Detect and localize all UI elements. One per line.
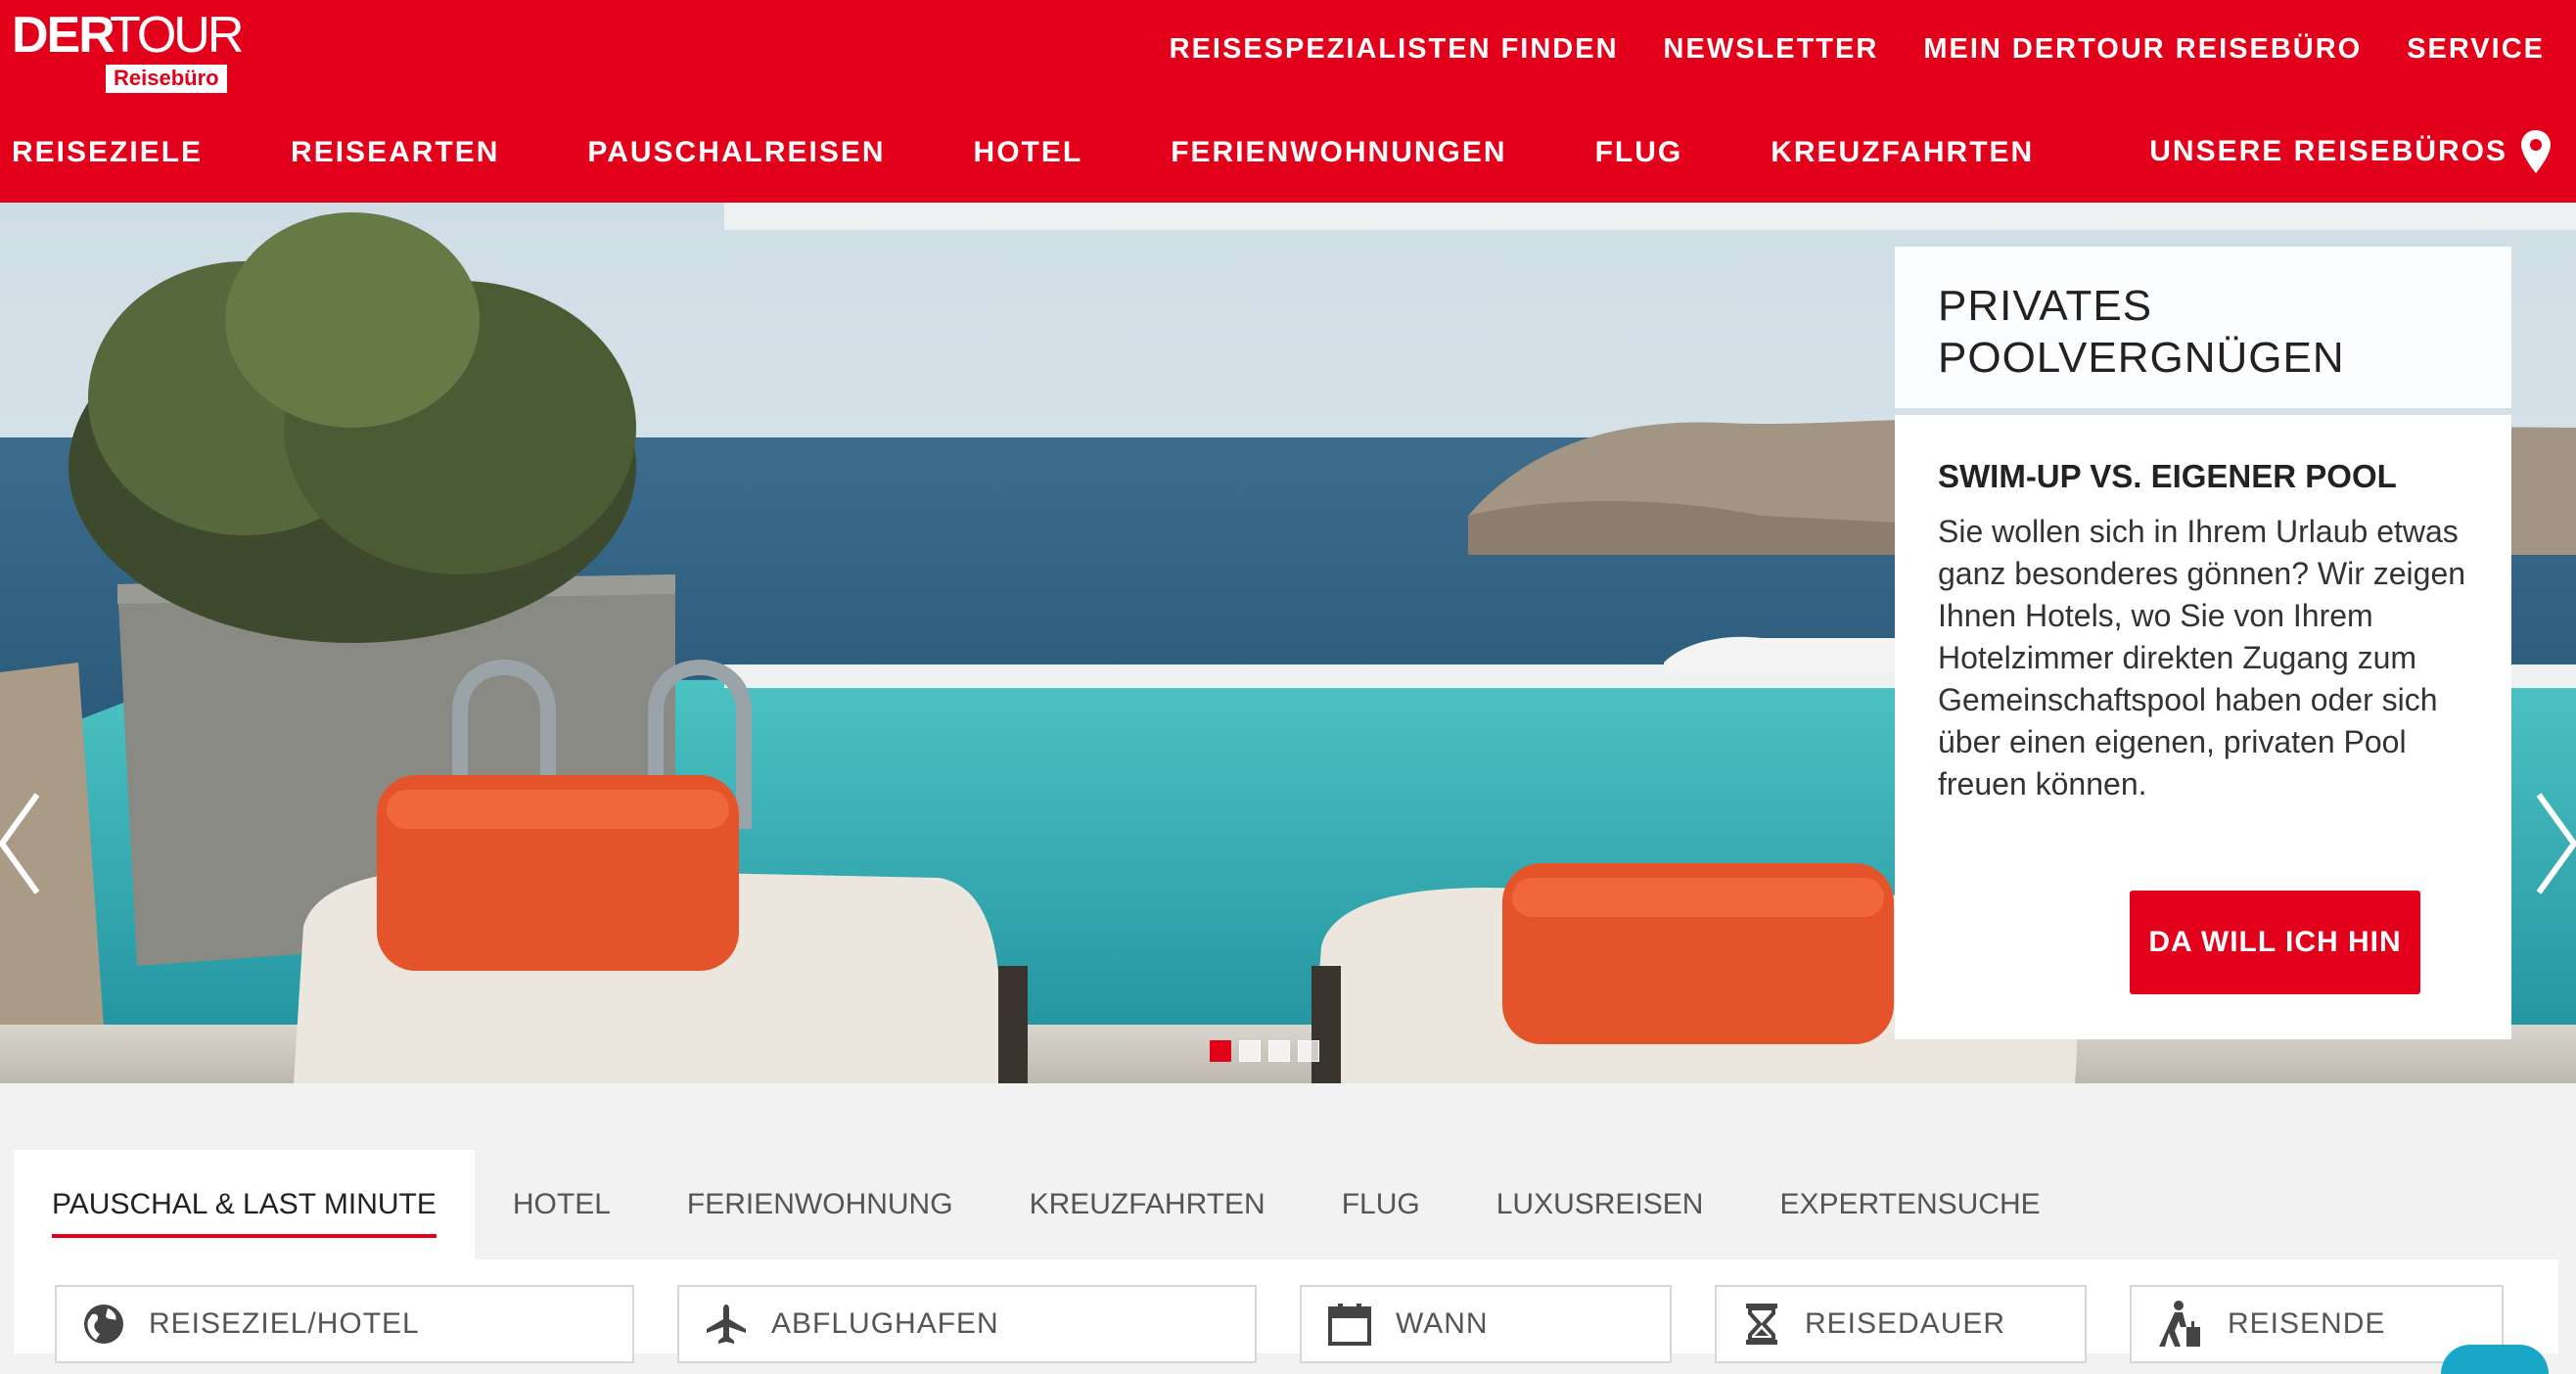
tab-flug[interactable]: FLUG	[1304, 1150, 1458, 1260]
reisende-field[interactable]: REISENDE	[2130, 1285, 2504, 1363]
slider-dot-1[interactable]	[1210, 1040, 1231, 1062]
site-header: DER TOUR Reisebüro REISESPEZIALISTEN FIN…	[0, 0, 2576, 203]
calendar-icon	[1328, 1304, 1371, 1346]
logo-reisebuero-badge: Reisebüro	[106, 65, 227, 93]
traveler-icon	[2159, 1301, 2200, 1347]
tab-kreuzfahrten[interactable]: KREUZFAHRTEN	[991, 1150, 1304, 1260]
slider-next-arrow[interactable]	[2527, 790, 2576, 897]
nav-reiseziele[interactable]: REISEZIELE	[12, 136, 203, 169]
nav-ferienwohnungen[interactable]: FERIENWOHNUNGEN	[1171, 136, 1506, 169]
slider-dot-2[interactable]	[1239, 1040, 1261, 1062]
tab-ferienwohnung[interactable]: FERIENWOHNUNG	[649, 1150, 991, 1260]
hero-card-header: PRIVATES POOLVERGNÜGEN	[1895, 247, 2511, 408]
tab-pauschal-last-minute[interactable]: PAUSCHAL & LAST MINUTE	[14, 1150, 475, 1260]
slider-dots	[1210, 1040, 1319, 1062]
hourglass-icon	[1746, 1304, 1777, 1345]
reiseziel-hotel-field[interactable]: REISEZIEL/HOTEL	[55, 1285, 634, 1363]
tab-expertensuche[interactable]: EXPERTENSUCHE	[1741, 1150, 2078, 1260]
dertour-logo[interactable]: DER TOUR Reisebüro	[12, 6, 244, 94]
globe-icon	[84, 1305, 123, 1344]
nav-flug[interactable]: FLUG	[1595, 136, 1683, 169]
hero-card-heading: SWIM-UP VS. EIGENER POOL	[1938, 458, 2397, 494]
hero-card-body: SWIM-UP VS. EIGENER POOL Sie wollen sich…	[1895, 415, 2511, 1039]
reisedauer-field[interactable]: REISEDAUER	[1715, 1285, 2087, 1363]
logo-tour-text: TOUR	[110, 7, 244, 64]
abflughafen-label: ABFLUGHAFEN	[771, 1307, 999, 1340]
nav-service[interactable]: SERVICE	[2407, 33, 2545, 66]
reisende-label: REISENDE	[2228, 1307, 2386, 1340]
slider-dot-4[interactable]	[1298, 1040, 1319, 1062]
search-tabs: PAUSCHAL & LAST MINUTE HOTEL FERIENWOHNU…	[14, 1150, 2079, 1260]
nav-reisearten[interactable]: REISEARTEN	[291, 136, 499, 169]
tab-hotel[interactable]: HOTEL	[475, 1150, 649, 1260]
nav-hotel[interactable]: HOTEL	[974, 136, 1083, 169]
unsere-reisebueros-link[interactable]: UNSERE REISEBÜROS	[2149, 130, 2551, 173]
map-pin-icon	[2521, 130, 2551, 173]
stores-label: UNSERE REISEBÜROS	[2149, 135, 2507, 167]
hero-card-text: Sie wollen sich in Ihrem Urlaub etwas ga…	[1938, 514, 2466, 802]
plane-icon	[707, 1305, 746, 1344]
main-navigation: REISEZIELE REISEARTEN PAUSCHALREISEN HOT…	[12, 136, 2122, 169]
hero-card-title: PRIVATES POOLVERGNÜGEN	[1938, 282, 2345, 382]
nav-reisespezialisten-finden[interactable]: REISESPEZIALISTEN FINDEN	[1170, 33, 1619, 66]
nav-pauschalreisen[interactable]: PAUSCHALREISEN	[587, 136, 885, 169]
da-will-ich-hin-button[interactable]: DA WILL ICH HIN	[2130, 891, 2420, 994]
nav-newsletter[interactable]: NEWSLETTER	[1664, 33, 1879, 66]
slider-prev-arrow[interactable]	[0, 790, 49, 897]
logo-der-text: DER	[12, 7, 115, 64]
reisedauer-label: REISEDAUER	[1805, 1307, 2006, 1340]
chat-widget-button[interactable]	[2441, 1345, 2549, 1374]
abflughafen-field[interactable]: ABFLUGHAFEN	[677, 1285, 1257, 1363]
nav-mein-dertour-reisebuero[interactable]: MEIN DERTOUR REISEBÜRO	[1923, 33, 2362, 66]
reiseziel-hotel-label: REISEZIEL/HOTEL	[149, 1307, 420, 1340]
top-navigation: REISESPEZIALISTEN FINDEN NEWSLETTER MEIN…	[1170, 33, 2545, 66]
slider-dot-3[interactable]	[1268, 1040, 1290, 1062]
wann-label: WANN	[1396, 1307, 1489, 1340]
search-section: PAUSCHAL & LAST MINUTE HOTEL FERIENWOHNU…	[0, 1083, 2576, 1363]
wann-field[interactable]: WANN	[1300, 1285, 1672, 1363]
nav-kreuzfahrten[interactable]: KREUZFAHRTEN	[1771, 136, 2034, 169]
tab-luxusreisen[interactable]: LUXUSREISEN	[1458, 1150, 1742, 1260]
